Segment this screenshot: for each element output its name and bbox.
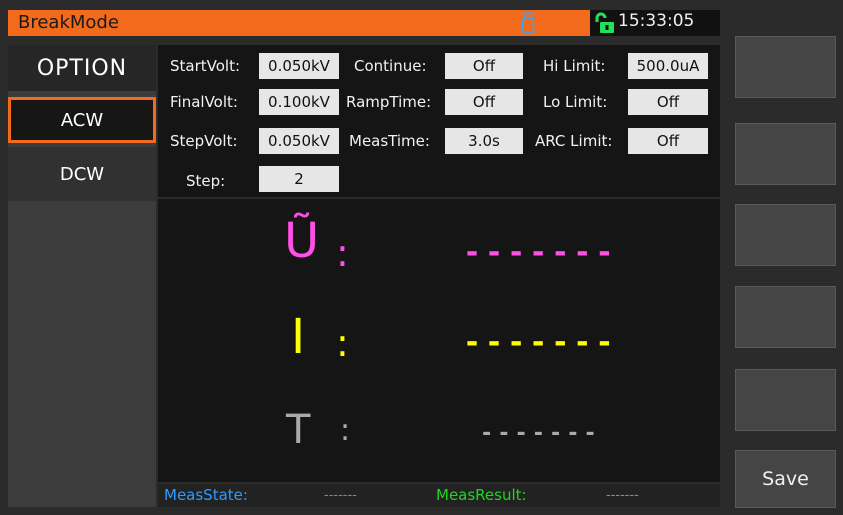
- softkey-3[interactable]: [735, 204, 836, 266]
- softkey-label: [736, 37, 835, 97]
- hi-limit-field[interactable]: 500.0uA: [628, 53, 708, 79]
- final-volt-field[interactable]: 0.100kV: [259, 89, 339, 115]
- clock: 15:33:05: [618, 11, 695, 31]
- save-button[interactable]: Save: [735, 450, 836, 508]
- arc-limit-field[interactable]: Off: [628, 128, 708, 154]
- softkey-label: [736, 370, 835, 430]
- option-header: OPTION: [8, 45, 156, 91]
- menu-item-label: DCW: [59, 163, 105, 185]
- softkey-1[interactable]: [735, 36, 836, 98]
- ramp-time-field[interactable]: Off: [445, 89, 523, 115]
- save-button-label: Save: [762, 468, 809, 490]
- option-menu: OPTION ACW DCW: [8, 45, 156, 507]
- current-colon: :: [336, 321, 349, 365]
- parameter-panel: StartVolt: 0.050kV FinalVolt: 0.100kV St…: [158, 45, 720, 197]
- continue-field[interactable]: Off: [445, 53, 523, 79]
- status-area: 15:33:05: [590, 10, 720, 36]
- meas-time-label: MeasTime:: [349, 132, 430, 150]
- time-value: -------: [480, 421, 601, 446]
- menu-item-acw[interactable]: ACW: [8, 97, 156, 143]
- softkey-label: [736, 287, 835, 347]
- step-field[interactable]: 2: [259, 166, 339, 192]
- voltage-value: -------: [463, 235, 618, 270]
- screen: BreakMode 15:33:05 OPTION ACW DCW StartV…: [0, 0, 843, 515]
- menu-item-dcw[interactable]: DCW: [8, 147, 156, 201]
- softkey-4[interactable]: [735, 286, 836, 348]
- measurement-display: Ũ : ------- I : ------- T : -------: [158, 199, 720, 482]
- meas-result-value: -------: [606, 488, 639, 503]
- meas-time-field[interactable]: 3.0s: [445, 128, 523, 154]
- time-colon: :: [340, 413, 351, 448]
- voltage-symbol: Ũ: [284, 213, 320, 269]
- usb-icon: [521, 12, 535, 34]
- final-volt-label: FinalVolt:: [170, 93, 238, 111]
- softkey-5[interactable]: [735, 369, 836, 431]
- meas-state-label: MeasState:: [164, 486, 248, 504]
- softkey-label: [736, 124, 835, 184]
- time-symbol: T: [286, 407, 311, 453]
- softkey-2[interactable]: [735, 123, 836, 185]
- bottom-status-bar: MeasState: ------- MeasResult: -------: [158, 484, 720, 507]
- step-volt-field[interactable]: 0.050kV: [259, 128, 339, 154]
- lo-limit-label: Lo Limit:: [543, 93, 608, 111]
- start-volt-field[interactable]: 0.050kV: [259, 53, 339, 79]
- continue-label: Continue:: [354, 57, 427, 75]
- arc-limit-label: ARC Limit:: [535, 132, 613, 150]
- hi-limit-label: Hi Limit:: [543, 57, 606, 75]
- current-value: -------: [463, 325, 618, 360]
- menu-item-label: ACW: [60, 109, 104, 131]
- meas-state-value: -------: [324, 488, 357, 503]
- current-symbol: I: [291, 309, 306, 365]
- meas-result-label: MeasResult:: [436, 486, 527, 504]
- ramp-time-label: RampTime:: [346, 93, 432, 111]
- unlock-icon: [595, 12, 614, 33]
- step-label: Step:: [186, 172, 226, 190]
- lo-limit-field[interactable]: Off: [628, 89, 708, 115]
- softkey-label: [736, 205, 835, 265]
- step-volt-label: StepVolt:: [170, 132, 238, 150]
- voltage-colon: :: [336, 231, 349, 275]
- mode-title: BreakMode: [18, 12, 119, 33]
- start-volt-label: StartVolt:: [170, 57, 241, 75]
